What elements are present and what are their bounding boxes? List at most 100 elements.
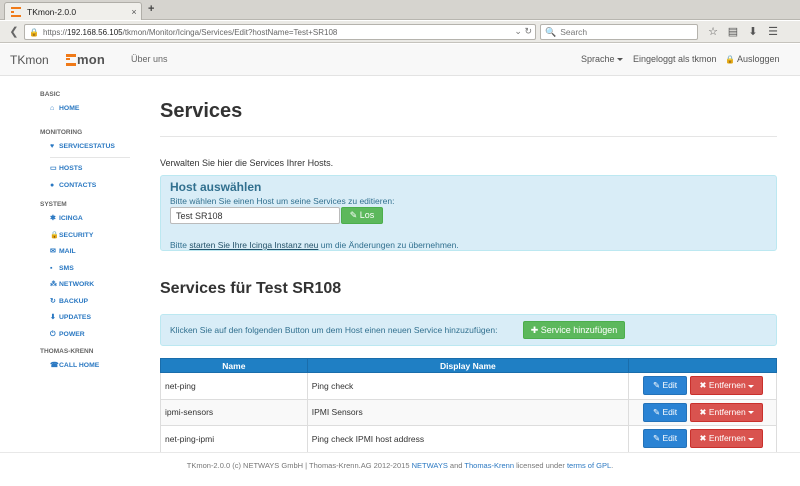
sidebar-item-sms[interactable]: ▪ SMS [40, 261, 140, 278]
service-name-cell: net-ping-ipmi [160, 425, 308, 453]
edit-icon: ✎ [652, 433, 661, 444]
go-button[interactable]: ✎ Los [341, 207, 383, 224]
remove-label: Entfernen [708, 433, 746, 444]
sidebar-item-label: NETWORK [59, 281, 95, 288]
edit-label: Edit [662, 380, 678, 391]
chevron-down-icon [747, 384, 754, 388]
services-table: Name Display Name net-ping Ping check ✎ … [160, 358, 777, 453]
sidebar-item-updates[interactable]: ⬇ UPDATES [40, 310, 140, 327]
thomas-krenn-link[interactable]: Thomas-Krenn [464, 461, 514, 470]
netways-link[interactable]: NETWAYS [412, 461, 448, 470]
edit-icon: ✎ [652, 380, 661, 391]
star-icon[interactable]: ☆ [706, 24, 720, 40]
search-placeholder: Search [560, 27, 588, 37]
service-display-cell: Ping check IPMI host address [306, 425, 630, 453]
browser-search[interactable]: 🔍 Search [540, 24, 698, 40]
brand-link[interactable]: TKmon [10, 53, 49, 67]
column-header-display-name: Display Name [306, 358, 630, 373]
sidebar-item-contacts[interactable]: ● CONTACTS [40, 178, 140, 195]
table-header-row: Name Display Name [160, 358, 777, 373]
remove-dropdown-button[interactable]: ✖ Entfernen [690, 376, 764, 396]
logo[interactable]: mon [66, 52, 105, 67]
home-icon: ⌂ [50, 105, 55, 112]
sidebar-item-home[interactable]: ⌂ HOME [40, 101, 140, 118]
download-icon: ⬇ [50, 314, 56, 321]
monitor-icon: ▭ [50, 165, 57, 172]
remove-icon: ✖ [699, 406, 707, 417]
logout-link[interactable]: 🔒 Ausloggen [725, 54, 780, 64]
footer-period: . [611, 461, 614, 470]
sidebar-item-callhome[interactable]: ☎CALL HOME [40, 358, 140, 375]
go-button-label: Los [359, 210, 375, 220]
gpl-link[interactable]: terms of GPL [567, 461, 611, 470]
services-heading: Services für Test SR108 [160, 280, 342, 297]
sidebar-item-label: HOSTS [59, 165, 83, 172]
about-link[interactable]: Über uns [131, 54, 168, 64]
host-select-help: Bitte wählen Sie einen Host um seine Ser… [170, 196, 395, 206]
search-icon: 🔍 [545, 26, 557, 37]
sidebar-item-servicestatus[interactable]: ♥ SERVICESTATUS [40, 139, 140, 156]
intro-text: Verwalten Sie hier die Services Ihrer Ho… [160, 158, 334, 168]
sidebar: BASIC ⌂ HOME MONITORING ♥ SERVICESTATUS ▭ H… [40, 88, 140, 375]
download-icon[interactable]: ⬇ [746, 24, 760, 40]
mail-icon: ✉ [50, 248, 56, 255]
add-service-button[interactable]: ✚ Service hinzufügen [523, 321, 625, 339]
language-dropdown[interactable]: Sprache [581, 54, 623, 64]
page-title: Services [160, 100, 243, 122]
logged-in-user: Eingeloggt als tkmon [633, 54, 717, 64]
sidebar-item-mail[interactable]: ✉ MAIL [40, 244, 140, 261]
footer-text: TKmon-2.0.0 (c) NETWAYS GmbH | Thomas-Kr… [0, 461, 800, 470]
sidebar-item-label: HOME [59, 105, 80, 112]
table-row: net-ping Ping check ✎ Edit ✖ Entfernen [160, 372, 777, 400]
back-icon[interactable]: ❮ [6, 24, 22, 40]
sidebar-section-thomas-krenn: THOMAS-KRENN [40, 348, 94, 355]
sidebar-item-label: SERVICESTATUS [59, 142, 115, 150]
sidebar-section-basic: BASIC [40, 91, 61, 98]
sidebar-item-icinga[interactable]: ✱ ICINGA [40, 211, 140, 228]
service-name-cell: ipmi-sensors [160, 398, 308, 426]
bookmarks-icon[interactable]: ▤ [726, 24, 740, 40]
service-name-cell: net-ping [160, 372, 308, 400]
sidebar-item-security[interactable]: 🔒SECURITY [40, 228, 140, 245]
browser-tab[interactable]: TKmon-2.0.0 × [4, 2, 142, 20]
remove-label: Entfernen [708, 380, 746, 391]
add-service-help: Klicken Sie auf den folgenden Button um … [170, 325, 498, 335]
sidebar-item-power[interactable]: ⏻ POWER [40, 327, 140, 344]
chevron-down-icon [616, 58, 623, 62]
edit-button[interactable]: ✎ Edit [643, 429, 688, 449]
edit-button[interactable]: ✎ Edit [643, 402, 688, 422]
sidebar-item-hosts[interactable]: ▭ HOSTS [40, 161, 140, 178]
remove-dropdown-button[interactable]: ✖ Entfernen [690, 429, 764, 449]
sidebar-item-backup[interactable]: ↻ BACKUP [40, 294, 140, 311]
sidebar-item-label: MAIL [59, 248, 76, 255]
remove-dropdown-button[interactable]: ✖ Entfernen [690, 402, 764, 422]
restart-suffix: um die Änderungen zu übernehmen. [318, 240, 459, 250]
add-service-label: Service hinzufügen [540, 325, 618, 335]
new-tab-icon[interactable]: + [148, 3, 154, 15]
network-icon: ⁂ [50, 281, 57, 288]
edit-label: Edit [662, 406, 678, 417]
footer-copyright: TKmon-2.0.0 (c) NETWAYS GmbH | Thomas-Kr… [186, 461, 412, 470]
menu-icon[interactable]: ☰ [766, 24, 780, 40]
url-bar[interactable]: 🔒 https://192.168.56.105/tkmon/Monitor/I… [24, 24, 536, 40]
page-footer: TKmon-2.0.0 (c) NETWAYS GmbH | Thomas-Kr… [0, 452, 800, 486]
restart-note: Bitte starten Sie Ihre Icinga Instanz ne… [170, 240, 459, 250]
remove-icon: ✖ [699, 433, 707, 444]
sidebar-item-label: UPDATES [59, 314, 91, 321]
sidebar-item-network[interactable]: ⁂ NETWORK [40, 277, 140, 294]
app-header: TKmon mon Über uns Sprache Eingeloggt al… [0, 44, 800, 76]
close-tab-icon[interactable]: × [127, 7, 141, 17]
edit-button[interactable]: ✎ Edit [643, 376, 688, 396]
sidebar-item-label: BACKUP [59, 297, 89, 305]
sidebar-section-system: SYSTEM [40, 201, 67, 208]
url-scheme: https:// [42, 27, 67, 37]
reload-icon[interactable]: ⌄ ↻ [514, 26, 532, 37]
url-text: https://192.168.56.105/tkmon/Monitor/Ici… [43, 28, 337, 37]
restart-prefix: Bitte [170, 240, 190, 250]
refresh-icon: ↻ [50, 297, 56, 305]
favicon-icon [11, 6, 21, 17]
sidebar-item-label: POWER [59, 330, 85, 338]
restart-icinga-link[interactable]: starten Sie Ihre Icinga Instanz neu [189, 240, 318, 250]
host-select-input[interactable]: Test SR108 [170, 207, 340, 224]
site-info-icon[interactable]: 🔒 [29, 28, 39, 37]
